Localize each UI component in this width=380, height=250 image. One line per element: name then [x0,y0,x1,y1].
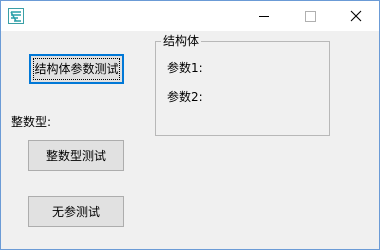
maximize-button[interactable] [287,1,333,31]
param1-label: 参数1: [167,61,203,75]
minimize-button[interactable] [241,1,287,31]
struct-param-test-button[interactable]: 结构体参数测试 [29,54,124,84]
int-test-label: 整数型测试 [45,148,106,163]
param2-label: 参数2: [167,90,203,104]
no-param-test-button[interactable]: 无参测试 [28,196,124,227]
close-button[interactable] [333,1,379,31]
int-test-button[interactable]: 整数型测试 [28,140,124,171]
title-bar[interactable] [1,1,379,31]
int-type-label: 整数型: [11,115,52,129]
struct-param-test-label: 结构体参数测试 [34,62,119,76]
main-window: 结构体参数测试 整数型: 整数型测试 无参测试 结构体 参数1: 参数2: [0,0,380,250]
no-param-test-label: 无参测试 [51,204,100,219]
struct-groupbox [155,41,330,136]
app-logo-icon [8,8,24,24]
struct-groupbox-title: 结构体 [161,34,202,48]
client-area: 结构体参数测试 整数型: 整数型测试 无参测试 结构体 参数1: 参数2: [1,31,379,249]
maximize-icon [305,11,316,22]
close-icon [350,10,362,22]
minimize-icon [259,16,269,17]
